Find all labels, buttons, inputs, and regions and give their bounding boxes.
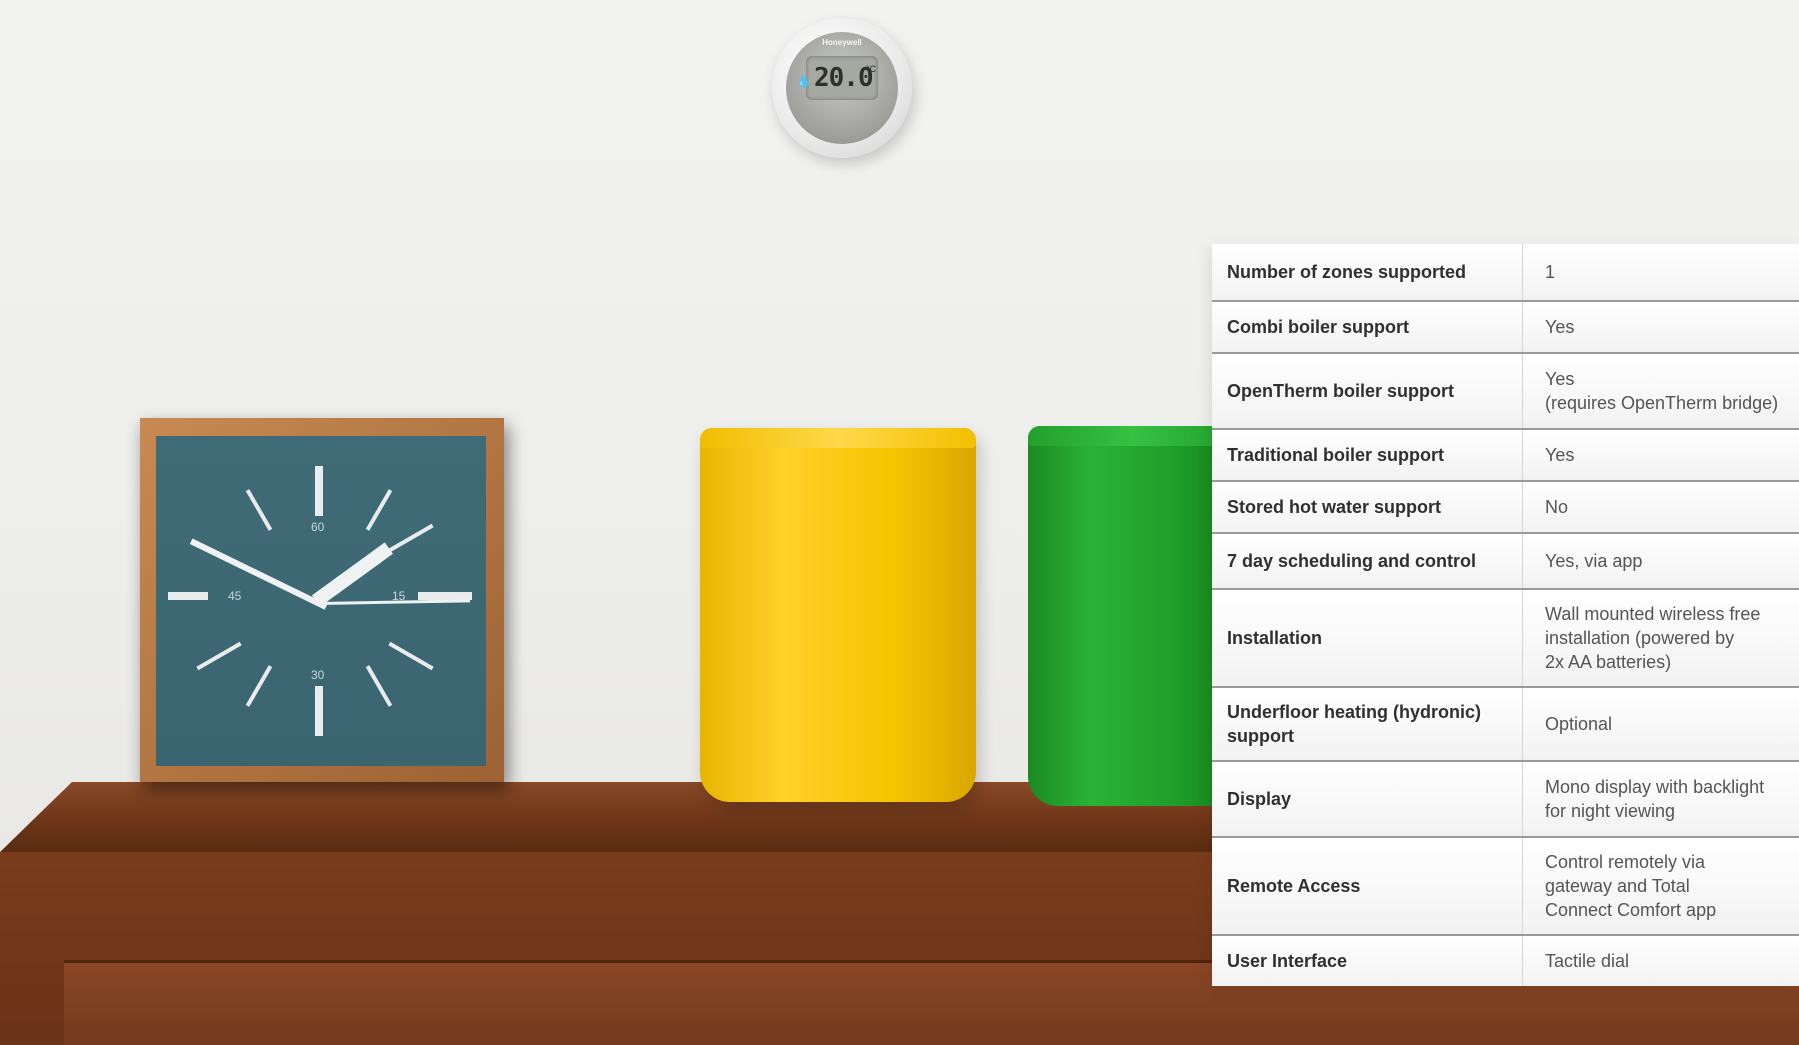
- spec-label: Stored hot water support: [1227, 497, 1442, 517]
- spec-row: Number of zones supported 1: [1212, 244, 1799, 302]
- spec-value: Control remotely via gateway and Total C…: [1522, 838, 1799, 934]
- clock-numeral: 60: [311, 520, 325, 534]
- clock-tick: [388, 641, 434, 671]
- spec-label: Installation: [1227, 628, 1323, 648]
- clock-face: 60 15 30 45: [156, 436, 486, 766]
- green-container: [1028, 426, 1238, 806]
- spec-value: Yes: [1522, 430, 1799, 480]
- clock-minute-hand: [189, 538, 328, 610]
- spec-value: No: [1522, 482, 1799, 532]
- clock-tick: [196, 641, 242, 671]
- clock-second-hand: [319, 599, 471, 605]
- spec-row: Traditional boiler support Yes: [1212, 430, 1799, 482]
- clock-numeral: 45: [228, 589, 242, 603]
- green-container-lid: [1028, 426, 1238, 446]
- spec-label: OpenTherm boiler support: [1227, 381, 1455, 401]
- spec-value: 1: [1522, 244, 1799, 300]
- spec-value: Optional: [1522, 688, 1799, 760]
- spec-label: Combi boiler support: [1227, 317, 1409, 337]
- spec-value: Mono display with backlight for night vi…: [1522, 762, 1799, 836]
- yellow-container: [700, 428, 976, 802]
- spec-label: Underfloor heating (hydronic) support: [1227, 702, 1481, 746]
- thermostat-temperature: 20.0: [814, 63, 874, 93]
- clock-tick: [245, 489, 273, 531]
- clock-tick: [245, 665, 273, 707]
- spec-row: Combi boiler support Yes: [1212, 302, 1799, 354]
- clock-tick: [365, 665, 393, 707]
- clock-tick: [315, 686, 323, 736]
- spec-value: Yes (requires OpenTherm bridge): [1522, 354, 1799, 428]
- spec-value: Tactile dial: [1522, 936, 1799, 986]
- spec-label: User Interface: [1227, 951, 1348, 971]
- spec-value: Yes: [1522, 302, 1799, 352]
- spec-row: Display Mono display with backlight for …: [1212, 762, 1799, 838]
- spec-label: 7 day scheduling and control: [1227, 551, 1477, 571]
- desk-clock: 60 15 30 45: [140, 418, 504, 782]
- spec-row: Underfloor heating (hydronic) support Op…: [1212, 688, 1799, 762]
- thermostat-brand: Honeywell: [822, 38, 862, 47]
- yellow-container-lid: [700, 428, 976, 448]
- spec-label: Display: [1227, 789, 1292, 809]
- spec-row: Remote Access Control remotely via gatew…: [1212, 838, 1799, 936]
- spec-row: Stored hot water support No: [1212, 482, 1799, 534]
- spec-value: Yes, via app: [1522, 534, 1799, 588]
- thermostat-device: Honeywell 💧 20.0 °C: [772, 18, 912, 158]
- clock-hour-hand: [311, 542, 393, 607]
- spec-row: 7 day scheduling and control Yes, via ap…: [1212, 534, 1799, 590]
- spec-label: Remote Access: [1227, 876, 1361, 896]
- spec-label: Traditional boiler support: [1227, 445, 1445, 465]
- spec-table: Number of zones supported 1 Combi boiler…: [1212, 244, 1799, 986]
- clock-tick: [315, 466, 323, 516]
- photo-scene: Honeywell 💧 20.0 °C 60 15 30 45 Number o…: [0, 0, 1799, 1045]
- clock-tick: [388, 523, 434, 553]
- spec-label: Number of zones supported: [1227, 262, 1467, 282]
- clock-tick: [365, 489, 393, 531]
- clock-tick: [168, 592, 208, 600]
- spec-row: Installation Wall mounted wireless free …: [1212, 590, 1799, 688]
- spec-value: Wall mounted wireless free installation …: [1522, 590, 1799, 686]
- spec-row: OpenTherm boiler support Yes (requires O…: [1212, 354, 1799, 430]
- thermostat-unit: °C: [866, 64, 877, 74]
- clock-numeral: 30: [311, 668, 325, 682]
- flame-icon: 💧: [796, 74, 811, 88]
- spec-row: User Interface Tactile dial: [1212, 936, 1799, 986]
